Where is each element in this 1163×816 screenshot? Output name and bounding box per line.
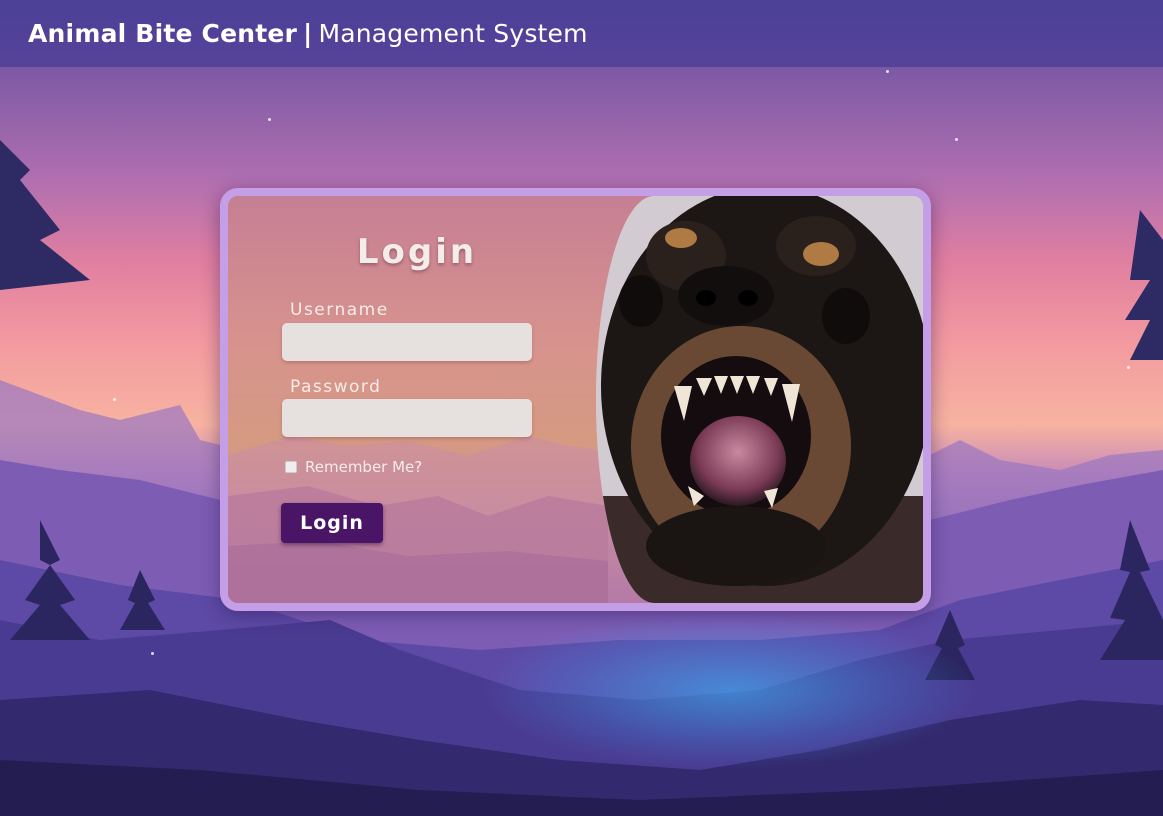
- brand-separator: |: [303, 19, 313, 48]
- login-card: Login Username Password Remember Me? Log…: [220, 188, 931, 611]
- dog-photo: [596, 196, 923, 603]
- remember-me-label[interactable]: Remember Me?: [305, 458, 422, 476]
- username-label: Username: [290, 300, 389, 320]
- top-navbar: Animal Bite Center | Management System: [0, 0, 1163, 67]
- username-input[interactable]: [282, 323, 532, 361]
- remember-me-checkbox[interactable]: [285, 461, 297, 473]
- login-button[interactable]: Login: [281, 503, 383, 543]
- app-brand: Animal Bite Center | Management System: [28, 19, 588, 48]
- remember-me-row: Remember Me?: [285, 458, 422, 476]
- password-label: Password: [290, 377, 382, 397]
- brand-name: Animal Bite Center: [28, 19, 298, 48]
- password-input[interactable]: [282, 399, 532, 437]
- brand-subtitle: Management System: [318, 19, 588, 48]
- login-title: Login: [356, 232, 478, 272]
